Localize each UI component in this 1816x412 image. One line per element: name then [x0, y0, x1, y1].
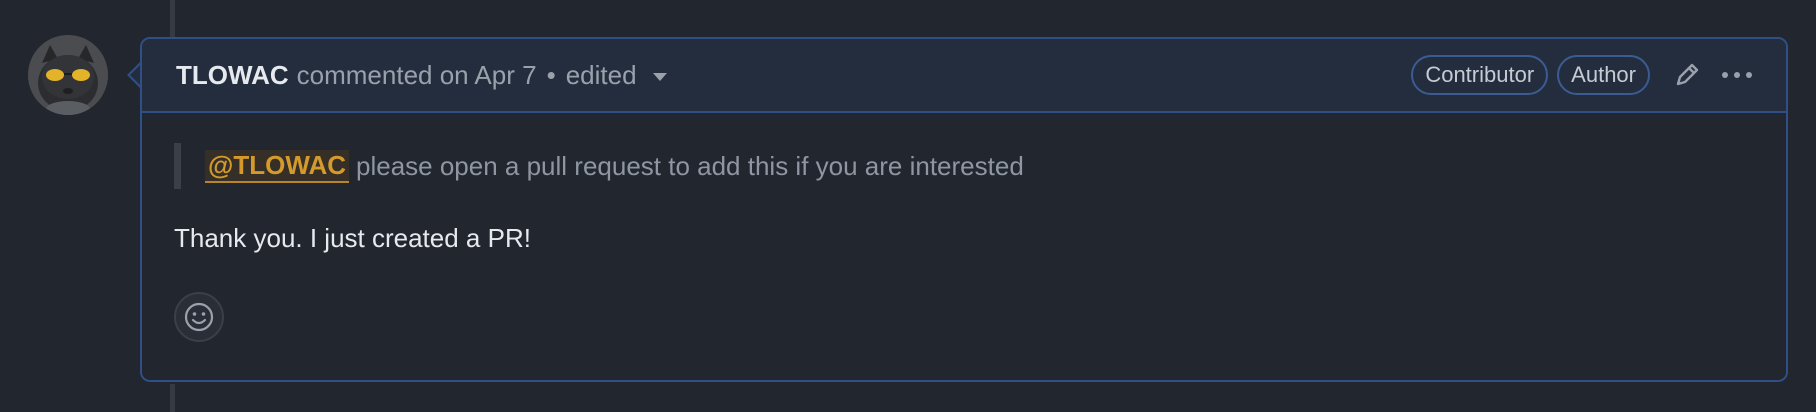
user-mention[interactable]: @TLOWAC — [205, 149, 349, 183]
blockquote: @TLOWAC please open a pull request to ad… — [174, 143, 1754, 189]
author-name[interactable]: TLOWAC — [176, 60, 289, 91]
smiley-icon — [184, 302, 214, 332]
separator-dot: • — [546, 59, 556, 90]
contributor-badge: Contributor — [1411, 55, 1549, 95]
add-reaction-button[interactable] — [174, 292, 224, 342]
timeline-line-bottom — [170, 384, 175, 412]
triangle-down-icon[interactable] — [652, 73, 667, 81]
timeline-line-top — [170, 0, 175, 38]
author-badge: Author — [1557, 55, 1650, 95]
quote-text: please open a pull request to add this i… — [356, 150, 1024, 181]
comment-header: TLOWAC commented on Apr 7 • edited Contr… — [142, 39, 1786, 113]
comment-text: Thank you. I just created a PR! — [174, 223, 531, 253]
comment-timestamp[interactable]: commented on Apr 7 — [297, 60, 537, 91]
pencil-icon[interactable] — [1672, 60, 1702, 90]
comment-box: TLOWAC commented on Apr 7 • edited Contr… — [140, 37, 1788, 382]
avatar[interactable] — [28, 35, 108, 115]
edited-label[interactable]: edited — [566, 60, 637, 91]
comment-body: @TLOWAC please open a pull request to ad… — [142, 113, 1786, 342]
kebab-horizontal-icon[interactable] — [1720, 70, 1754, 80]
